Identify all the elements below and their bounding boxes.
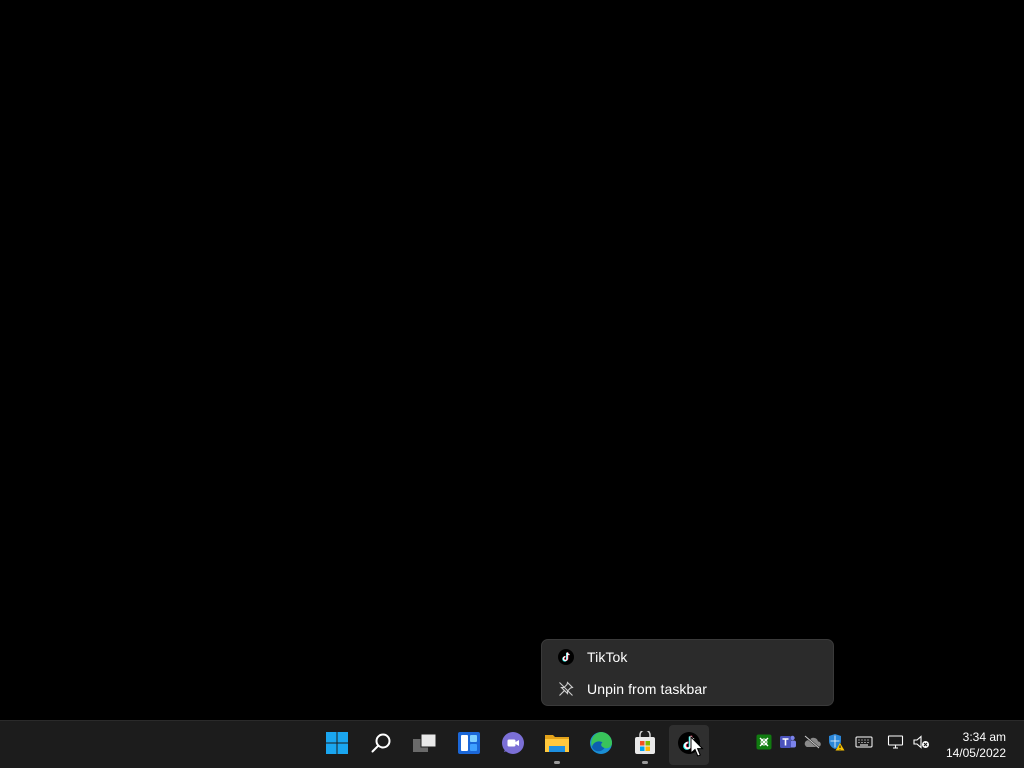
keyboard-icon [855, 735, 873, 754]
search-icon [370, 732, 392, 759]
windows-security-warning-icon [827, 733, 845, 756]
task-view-icon [412, 732, 438, 759]
edge-button[interactable] [581, 725, 621, 765]
tray-onedrive[interactable] [803, 734, 821, 754]
folder-icon [544, 731, 570, 760]
xbox-game-bar-icon [756, 734, 772, 755]
windows-logo-icon [325, 731, 349, 760]
tray-network[interactable] [887, 734, 905, 755]
search-button[interactable] [361, 725, 401, 765]
widgets-button[interactable] [449, 725, 489, 765]
edge-icon [589, 731, 613, 760]
onedrive-offline-icon [803, 734, 821, 754]
unpin-label: Unpin from taskbar [587, 681, 708, 697]
widgets-icon [457, 731, 481, 760]
network-icon [887, 734, 905, 755]
tray-security[interactable] [827, 733, 845, 756]
tray-keyboard[interactable] [855, 735, 873, 753]
teams-icon [779, 734, 797, 755]
taskbar-jump-list: TikTok Unpin from taskbar [541, 639, 834, 706]
chat-button[interactable] [493, 725, 533, 765]
unpin-icon [557, 680, 575, 698]
microsoft-store-icon [633, 728, 657, 760]
tiktok-icon [677, 731, 701, 760]
jump-list-open-tiktok[interactable]: TikTok [548, 642, 827, 672]
system-clock[interactable]: 3:34 am 14/05/2022 [926, 729, 1006, 761]
store-button[interactable] [625, 725, 665, 765]
tiktok-button[interactable] [669, 725, 709, 765]
desktop-background[interactable] [0, 0, 1024, 720]
start-button[interactable] [317, 725, 357, 765]
teams-chat-icon [501, 731, 525, 760]
clock-time: 3:34 am [962, 730, 1006, 744]
task-view-button[interactable] [405, 725, 445, 765]
file-explorer-button[interactable] [537, 725, 577, 765]
unpin-from-taskbar-item[interactable]: Unpin from taskbar [548, 674, 827, 704]
tiktok-icon [557, 648, 575, 666]
running-indicator [642, 761, 648, 764]
tray-xbox[interactable] [755, 734, 773, 755]
clock-date: 14/05/2022 [945, 746, 1006, 760]
tray-teams[interactable] [779, 735, 797, 753]
jump-list-app-label: TikTok [587, 649, 628, 665]
taskbar: 3:34 am 14/05/2022 [0, 720, 1024, 768]
running-indicator [554, 761, 560, 764]
